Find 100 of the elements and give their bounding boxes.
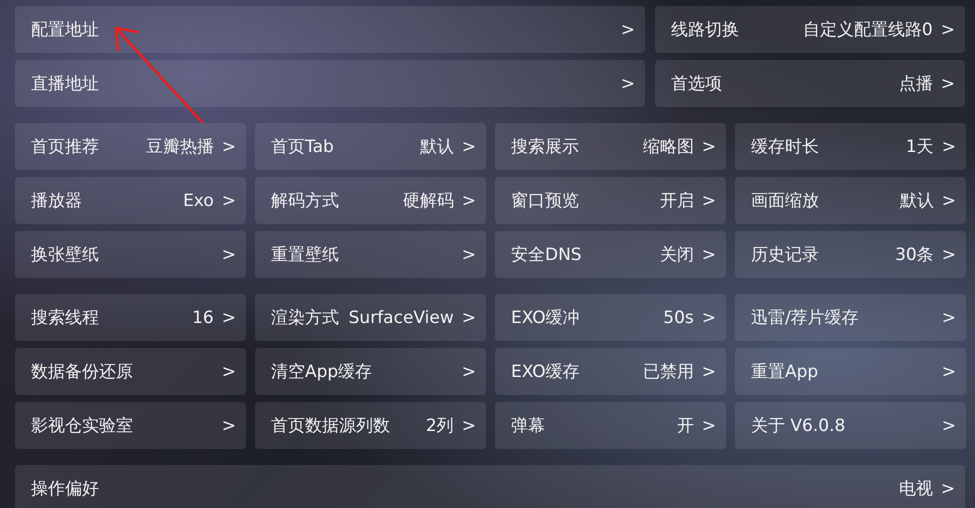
chevron-text: >	[462, 136, 476, 156]
setting-item[interactable]: 解码方式 硬解码 >	[255, 177, 486, 224]
setting-item[interactable]: 配置地址 >	[15, 6, 645, 53]
setting-label: 直播地址	[31, 73, 100, 95]
setting-item[interactable]: 首页推荐 豆瓣热播 >	[15, 123, 246, 170]
setting-label: 首选项	[671, 73, 723, 95]
setting-item[interactable]: 播放器 Exo >	[15, 177, 246, 224]
setting-label: 渲染方式	[271, 307, 340, 329]
setting-label: 线路切换	[671, 19, 740, 41]
setting-item[interactable]: 影视仓实验室 >	[15, 402, 246, 449]
setting-label: 重置壁纸	[271, 244, 340, 266]
setting-value: 硬解码	[402, 190, 454, 212]
setting-item[interactable]: 线路切换 自定义配置线路0 >	[655, 6, 965, 53]
setting-value: 1天	[906, 136, 934, 158]
chevron-text: >	[462, 190, 476, 210]
setting-value: 2列	[426, 415, 454, 437]
setting-item[interactable]: 迅雷/荐片缓存 >	[735, 294, 966, 341]
setting-label: 缓存时长	[751, 136, 820, 158]
chevron-text: >	[462, 244, 476, 264]
setting-value: 自定义配置线路0	[802, 19, 933, 41]
chevron-text: >	[222, 136, 236, 156]
setting-value: 电视	[898, 478, 933, 500]
setting-value: 关闭	[660, 244, 694, 266]
setting-label: 操作偏好	[31, 478, 100, 500]
chevron-text: >	[942, 362, 956, 382]
setting-value: 30条	[895, 244, 934, 266]
setting-value: 已禁用	[642, 361, 694, 383]
chevron-text: >	[942, 190, 956, 210]
setting-label: 搜索线程	[31, 307, 100, 329]
setting-label: 换张壁纸	[31, 244, 100, 266]
setting-item[interactable]: 窗口预览 开启 >	[495, 177, 726, 224]
chevron-text: >	[942, 308, 956, 328]
setting-item[interactable]: EXO缓冲 50s >	[495, 294, 726, 341]
setting-value: 50s	[663, 308, 694, 328]
chevron-text: >	[702, 136, 716, 156]
setting-item[interactable]: EXO缓存 已禁用 >	[495, 348, 726, 395]
setting-item[interactable]: 操作偏好 电视 >	[15, 465, 965, 508]
chevron-text: >	[222, 362, 236, 382]
setting-item[interactable]: 重置壁纸 >	[255, 231, 486, 278]
setting-item[interactable]: 清空App缓存 >	[255, 348, 486, 395]
setting-value: 默认	[420, 136, 454, 158]
setting-item[interactable]: 缓存时长 1天 >	[735, 123, 966, 170]
setting-label: 影视仓实验室	[31, 415, 134, 437]
chevron-text: >	[222, 190, 236, 210]
setting-item[interactable]: 关于 V6.0.8 >	[735, 402, 966, 449]
setting-item[interactable]: 渲染方式 SurfaceView >	[255, 294, 486, 341]
setting-label: 弹幕	[511, 415, 546, 437]
chevron-text: >	[462, 308, 476, 328]
setting-label: EXO缓冲	[511, 307, 581, 329]
chevron-text: >	[942, 244, 956, 264]
setting-value: 开	[676, 415, 694, 437]
chevron-text: >	[702, 190, 716, 210]
setting-value: 点播	[898, 73, 933, 95]
setting-label: 清空App缓存	[271, 361, 374, 383]
setting-item[interactable]: 首选项 点播 >	[655, 60, 965, 107]
chevron-text: >	[942, 136, 956, 156]
chevron-text: >	[940, 20, 955, 40]
setting-item[interactable]: 搜索展示 缩略图 >	[495, 123, 726, 170]
setting-label: 解码方式	[271, 190, 340, 212]
chevron-text: >	[620, 74, 635, 94]
setting-item[interactable]: 历史记录 30条 >	[735, 231, 966, 278]
chevron-text: >	[462, 416, 476, 436]
setting-item[interactable]: 首页数据源列数 2列 >	[255, 402, 486, 449]
setting-value: 默认	[900, 190, 934, 212]
setting-item[interactable]: 安全DNS 关闭 >	[495, 231, 726, 278]
setting-label: 安全DNS	[511, 244, 583, 266]
chevron-text: >	[702, 362, 716, 382]
setting-value: 缩略图	[642, 136, 694, 158]
setting-label: 历史记录	[751, 244, 820, 266]
chevron-text: >	[940, 74, 955, 94]
setting-value: Exo	[183, 190, 214, 210]
chevron-text: >	[702, 308, 716, 328]
setting-item[interactable]: 重置App >	[735, 348, 966, 395]
setting-value: SurfaceView	[348, 308, 454, 328]
setting-item[interactable]: 画面缩放 默认 >	[735, 177, 966, 224]
chevron-text: >	[222, 244, 236, 264]
setting-item[interactable]: 首页Tab 默认 >	[255, 123, 486, 170]
chevron-text: >	[620, 20, 635, 40]
setting-value: 开启	[660, 190, 694, 212]
setting-label: 配置地址	[31, 19, 100, 41]
setting-item[interactable]: 弹幕 开 >	[495, 402, 726, 449]
setting-item[interactable]: 搜索线程 16 >	[15, 294, 246, 341]
setting-label: 画面缩放	[751, 190, 820, 212]
chevron-text: >	[462, 362, 476, 382]
setting-item[interactable]: 直播地址 >	[15, 60, 645, 107]
chevron-text: >	[222, 416, 236, 436]
setting-label: 重置App	[751, 361, 820, 383]
setting-value: 豆瓣热播	[146, 136, 214, 158]
setting-item[interactable]: 换张壁纸 >	[15, 231, 246, 278]
setting-label: 搜索展示	[511, 136, 580, 158]
setting-item[interactable]: 数据备份还原 >	[15, 348, 246, 395]
chevron-text: >	[942, 416, 956, 436]
chevron-text: >	[702, 244, 716, 264]
chevron-text: >	[222, 308, 236, 328]
chevron-text: >	[702, 416, 716, 436]
setting-label: 关于 V6.0.8	[751, 415, 846, 437]
setting-value: 16	[192, 308, 214, 328]
setting-label: 数据备份还原	[31, 361, 134, 383]
setting-label: 迅雷/荐片缓存	[751, 307, 860, 329]
setting-label: 首页数据源列数	[271, 415, 391, 437]
